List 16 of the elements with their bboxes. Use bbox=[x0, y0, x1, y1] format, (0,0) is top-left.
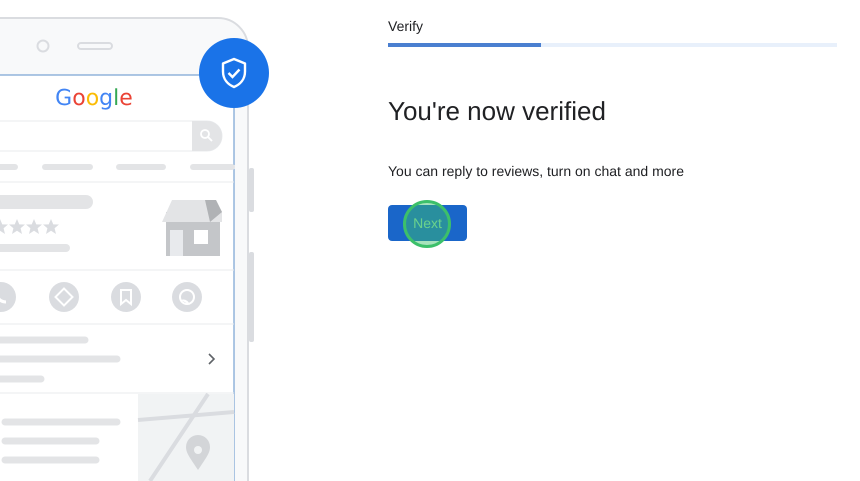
globe-icon bbox=[172, 282, 202, 312]
speaker-slot bbox=[77, 42, 113, 50]
directions-icon bbox=[49, 282, 79, 312]
page-heading: You're now verified bbox=[388, 96, 607, 127]
bookmark-icon bbox=[111, 282, 141, 312]
next-button[interactable]: Next bbox=[388, 205, 467, 241]
chevron-right-icon bbox=[208, 353, 216, 365]
description-text: You can reply to reviews, turn on chat and more bbox=[388, 163, 685, 179]
step-label: Verify bbox=[388, 18, 424, 34]
call-icon bbox=[0, 282, 16, 312]
search-icon bbox=[200, 129, 213, 142]
camera-icon bbox=[36, 40, 50, 52]
text-placeholder bbox=[0, 244, 70, 252]
google-logo: Google bbox=[55, 86, 133, 111]
rating-stars-drawing bbox=[0, 219, 59, 234]
storefront-icon bbox=[162, 200, 222, 256]
